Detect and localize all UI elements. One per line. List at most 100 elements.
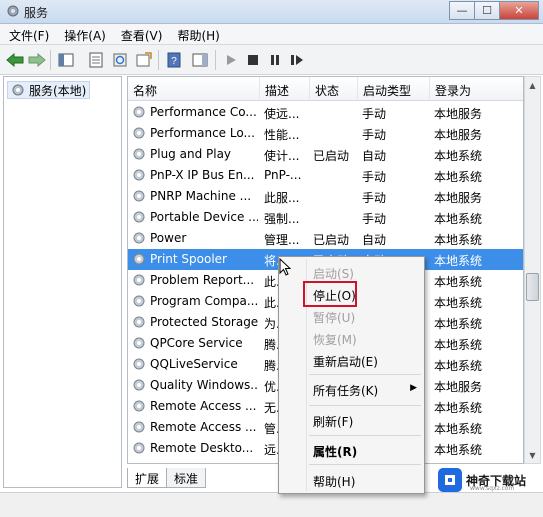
services-gear-icon [12,84,24,96]
toolbar: ? [0,45,543,75]
cell-name: Print Spooler [150,252,227,266]
show-hide-pane-button[interactable] [190,50,210,70]
start-service-icon [227,55,236,65]
column-header: 名称 描述 状态 启动类型 登录为 [128,77,523,101]
minimize-icon: — [456,4,468,17]
console-tree-pane: 服务(本地) [3,76,122,488]
table-row[interactable]: Performance Lo... 性能... 手动 本地服务 [128,123,523,144]
cell-name: Performance Lo... [150,126,255,140]
close-button[interactable]: ✕ [499,1,539,20]
cell-name: Performance Co... [150,105,257,119]
table-row[interactable]: Performance Co... 使远... 手动 本地服务 [128,102,523,123]
export-list-button[interactable] [134,50,154,70]
service-gear-icon [133,148,145,160]
help-button[interactable]: ? [164,50,184,70]
service-gear-icon [133,337,145,349]
cell-desc: 强制... [264,212,300,226]
title-bar: 服务 — ☐ ✕ [0,0,543,24]
cell-logon: 本地系统 [434,359,483,373]
scroll-up-icon[interactable]: ▲ [525,77,540,93]
close-icon: ✕ [514,4,524,17]
service-gear-icon [133,442,145,454]
ctx-restart[interactable]: 重新启动(E) [280,350,423,371]
back-button[interactable] [5,50,25,70]
maximize-button[interactable]: ☐ [474,1,500,20]
column-logon-as[interactable]: 登录为 [430,77,523,101]
vertical-scrollbar[interactable]: ▲ ▼ [524,76,541,464]
cell-logon: 本地服务 [434,191,483,205]
service-gear-icon [133,295,145,307]
ctx-start[interactable]: 启动(S) [280,262,423,283]
watermark-url: www.sqxz.com [470,485,515,492]
column-name[interactable]: 名称 [128,77,260,101]
cell-desc: 使计... [264,149,300,163]
table-row[interactable]: PNRP Machine ... 此服... 手动 本地服务 [128,186,523,207]
cell-name: QQLiveService [150,357,238,371]
watermark-brand-icon [438,468,462,492]
cell-name: Remote Deskto... [150,441,254,455]
properties-button[interactable] [86,50,106,70]
scroll-down-icon[interactable]: ▼ [525,447,540,463]
cell-desc: 此服... [264,191,300,205]
service-gear-icon [133,400,145,412]
cell-name: Remote Access ... [150,420,257,434]
ctx-help[interactable]: 帮助(H) [280,470,423,491]
ctx-refresh[interactable]: 刷新(F) [280,410,423,431]
tab-extended[interactable]: 扩展 [127,468,168,488]
scroll-thumb[interactable] [526,273,539,301]
console-tree-icon [58,53,74,67]
service-gear-icon [133,232,145,244]
pause-service-button[interactable] [265,50,285,70]
service-gear-icon [133,190,145,202]
table-row[interactable]: Power 管理... 已启动 自动 本地系统 [128,228,523,249]
ctx-pause[interactable]: 暂停(U) [280,306,423,327]
pause-service-icon [271,55,279,65]
column-status[interactable]: 状态 [310,77,358,101]
ctx-resume[interactable]: 恢复(M) [280,328,423,349]
forward-button[interactable] [27,50,47,70]
cell-logon: 本地系统 [434,149,483,163]
cell-startup: 手动 [362,128,387,142]
start-service-button[interactable] [221,50,241,70]
service-gear-icon [133,211,145,223]
service-gear-icon [133,379,145,391]
tree-item-label: 服务(本地) [29,83,87,98]
cell-startup: 自动 [362,149,387,163]
tab-standard[interactable]: 标准 [166,468,207,488]
service-gear-icon [133,169,145,181]
ctx-all-tasks[interactable]: 所有任务(K) ▶ [280,379,423,400]
ctx-properties[interactable]: 属性(R) [280,440,423,461]
column-description[interactable]: 描述 [260,77,310,101]
table-row[interactable]: PnP-X IP Bus En... PnP-... 手动 本地系统 [128,165,523,186]
service-gear-icon [133,358,145,370]
table-row[interactable]: Portable Device ... 强制... 手动 本地系统 [128,207,523,228]
column-startup-type[interactable]: 启动类型 [358,77,430,101]
cell-logon: 本地系统 [434,401,483,415]
cell-status: 已启动 [313,233,350,247]
cell-name: Program Compa... [150,294,258,308]
refresh-button[interactable] [110,50,130,70]
cell-name: PNRP Machine ... [150,189,252,203]
menu-action[interactable]: 操作(A) [55,24,112,45]
refresh-icon [113,53,127,67]
maximize-icon: ☐ [482,4,492,17]
menu-help[interactable]: 帮助(H) [168,24,225,45]
cell-desc: 管理... [264,233,300,247]
cell-startup: 自动 [362,233,387,247]
service-gear-icon [133,127,145,139]
stop-service-button[interactable] [243,50,263,70]
minimize-button[interactable]: — [449,1,475,20]
forward-arrow-icon [28,53,46,67]
service-gear-icon [133,274,145,286]
menu-view[interactable]: 查看(V) [112,24,169,45]
cell-logon: 本地服务 [434,107,483,121]
show-console-tree-button[interactable] [56,50,76,70]
cell-name: Protected Storage [150,315,258,329]
export-list-icon [136,52,152,67]
menu-file[interactable]: 文件(F) [0,24,55,45]
tree-item-services-local[interactable]: 服务(本地) [7,81,91,99]
cell-startup: 手动 [362,107,387,121]
table-row[interactable]: Plug and Play 使计... 已启动 自动 本地系统 [128,144,523,165]
cell-desc: 性能... [264,128,300,142]
restart-service-button[interactable] [287,50,307,70]
